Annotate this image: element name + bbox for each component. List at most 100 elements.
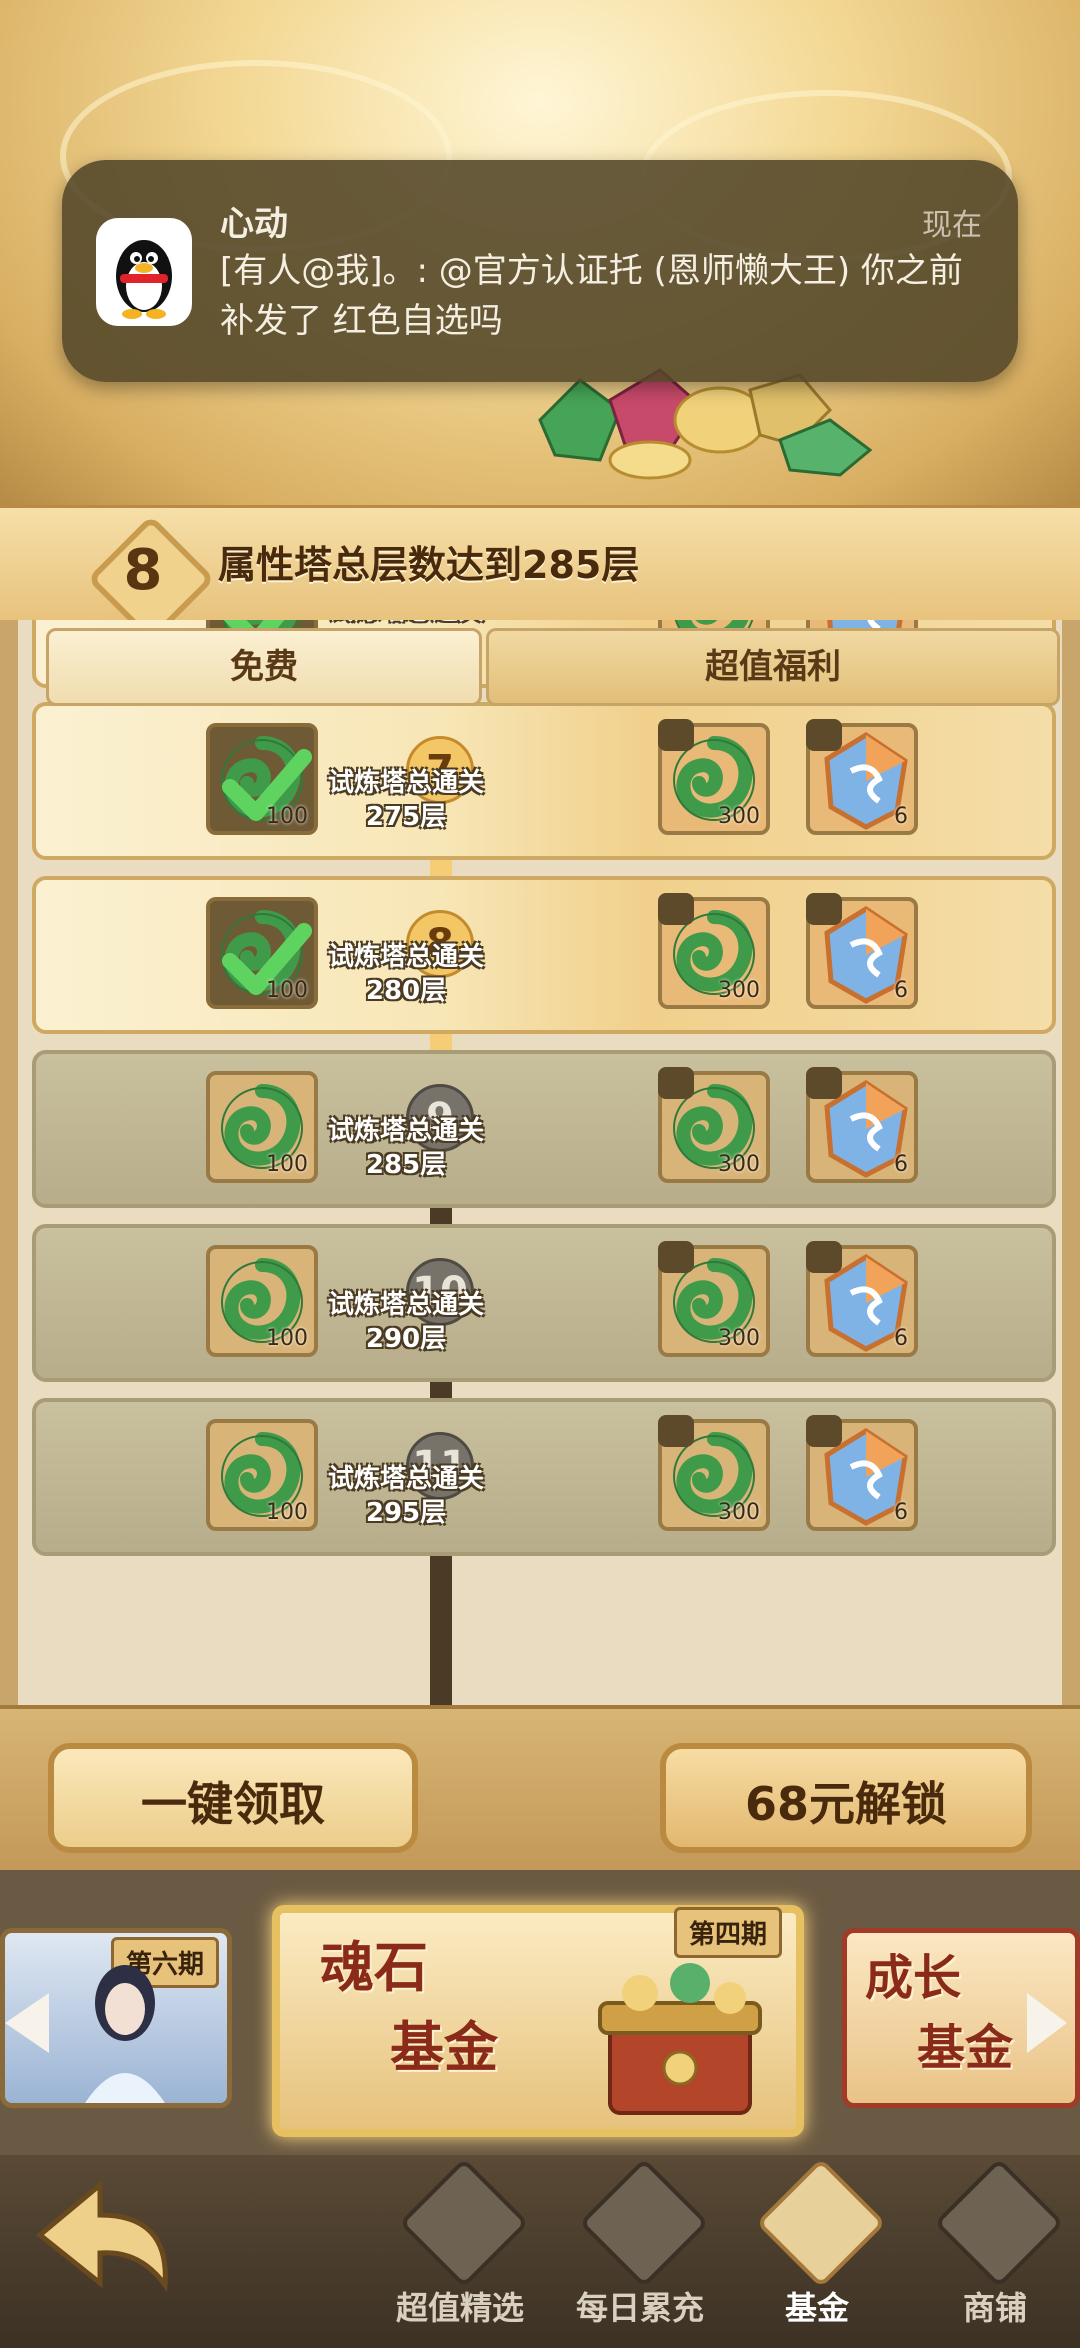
reward-row[interactable]: 100 8 试炼塔总通关 280层 300 6 bbox=[32, 876, 1056, 1034]
condition-line2: 295层 bbox=[365, 1498, 447, 1528]
milestone-number: 8 bbox=[123, 538, 163, 603]
condition-line2: 280层 bbox=[365, 976, 447, 1006]
carousel-prev-icon[interactable] bbox=[5, 1993, 49, 2053]
premium-reward-crystal[interactable]: 6 bbox=[806, 1067, 918, 1183]
reward-slot: 6 bbox=[806, 1241, 918, 1357]
condition-text: 试炼塔总通关 290层 bbox=[256, 1288, 556, 1356]
nav-label: 每日累充 bbox=[575, 2289, 704, 2327]
reward-row[interactable]: 100 7 试炼塔总通关 275层 300 6 bbox=[32, 702, 1056, 860]
premium-reward-jade[interactable]: 300 bbox=[658, 1415, 770, 1531]
bottom-nav: 超值精选 每日累充 基金 商铺 bbox=[0, 2155, 1080, 2348]
treasure-chest-icon bbox=[598, 1963, 762, 2115]
nav-label: 基金 bbox=[784, 2289, 849, 2327]
premium-reward-jade[interactable]: 300 bbox=[658, 1241, 770, 1357]
reward-list-frame: 免费 超值福利 100试炼塔总通关270层30061007试炼塔总通关275层3… bbox=[0, 620, 1080, 1705]
condition-line2: 285层 bbox=[365, 1150, 447, 1180]
lock-icon bbox=[658, 1415, 694, 1447]
condition-line1: 试炼塔总通关 bbox=[327, 1464, 484, 1494]
notification-app-name: 心动 bbox=[220, 204, 288, 244]
reward-quantity: 300 bbox=[718, 804, 760, 829]
reward-quantity: 300 bbox=[718, 1500, 760, 1525]
condition-line1: 试炼塔总通关 bbox=[327, 1290, 484, 1320]
nav-item-value-selection[interactable]: 超值精选 bbox=[385, 2157, 535, 2337]
condition-text: 试炼塔总通关 285层 bbox=[256, 1114, 556, 1182]
reward-tabs: 免费 超值福利 bbox=[46, 628, 1060, 706]
premium-reward-crystal[interactable]: 6 bbox=[806, 1241, 918, 1357]
reward-row[interactable]: 100 10 试炼塔总通关 290层 300 6 bbox=[32, 1224, 1056, 1382]
nav-label: 超值精选 bbox=[395, 2289, 524, 2327]
claim-all-button[interactable]: 一键领取 bbox=[48, 1743, 418, 1853]
fund-card-soul-stone[interactable]: 第四期 魂石 基金 bbox=[272, 1905, 804, 2137]
condition-line1: 试炼塔总通关 bbox=[327, 1116, 484, 1146]
reward-list[interactable]: 免费 超值福利 100试炼塔总通关270层30061007试炼塔总通关275层3… bbox=[18, 620, 1062, 1705]
tab-premium[interactable]: 超值福利 bbox=[486, 628, 1060, 706]
premium-reward-jade[interactable]: 300 bbox=[658, 719, 770, 835]
hero-portrait-icon bbox=[85, 1965, 165, 2103]
reward-slot: 6 bbox=[806, 1415, 918, 1531]
fund-title-line2: 基金 bbox=[390, 2016, 498, 2079]
reward-slot: 6 bbox=[806, 1067, 918, 1183]
condition-text: 试炼塔总通关 280层 bbox=[256, 940, 556, 1008]
reward-slot: 300 bbox=[658, 893, 770, 1009]
lock-icon bbox=[658, 719, 694, 751]
push-notification[interactable]: 心动 现在 [有人@我]。: @官方认证托 (恩师懒大王) 你之前补发了 红色自… bbox=[62, 160, 1018, 382]
reward-quantity: 300 bbox=[718, 1326, 760, 1351]
lock-icon bbox=[806, 1067, 842, 1099]
reward-quantity: 6 bbox=[894, 1326, 908, 1351]
condition-text: 试炼塔总通关 275层 bbox=[256, 766, 556, 834]
carousel-next-icon[interactable] bbox=[1027, 1993, 1067, 2053]
shop-icon bbox=[933, 2157, 1065, 2289]
nav-item-fund[interactable]: 基金 bbox=[742, 2157, 892, 2337]
nav-label: 商铺 bbox=[962, 2289, 1027, 2327]
milestone-text: 属性塔总层数达到285层 bbox=[218, 543, 640, 587]
fund-title-line2: 基金 bbox=[917, 2020, 1014, 2076]
reward-quantity: 300 bbox=[718, 978, 760, 1003]
reward-quantity: 6 bbox=[894, 1152, 908, 1177]
condition-line2: 275层 bbox=[365, 802, 447, 832]
fund-card-growth[interactable]: 成长 基金 bbox=[842, 1928, 1080, 2108]
reward-slot: 300 bbox=[658, 1241, 770, 1357]
money-bag-icon bbox=[398, 2157, 530, 2289]
condition-text: 试炼塔总通关 295层 bbox=[256, 1462, 556, 1530]
condition-line1: 试炼塔总通关 bbox=[256, 620, 556, 628]
condition-line1: 试炼塔总通关 bbox=[327, 768, 484, 798]
qq-penguin-icon bbox=[96, 218, 192, 326]
fund-card-left[interactable]: 第六期 bbox=[0, 1928, 232, 2108]
notification-time: 现在 bbox=[922, 208, 982, 243]
fund-period-tag: 第四期 bbox=[673, 1907, 782, 1958]
reward-quantity: 6 bbox=[894, 1500, 908, 1525]
premium-reward-crystal[interactable]: 6 bbox=[806, 893, 918, 1009]
back-arrow-icon[interactable] bbox=[30, 2175, 180, 2295]
milestone-banner: 8 属性塔总层数达到285层 bbox=[0, 505, 1080, 644]
lock-icon bbox=[806, 1241, 842, 1273]
nav-item-daily-recharge[interactable]: 每日累充 bbox=[565, 2157, 715, 2337]
reward-row[interactable]: 100 11 试炼塔总通关 295层 300 6 bbox=[32, 1398, 1056, 1556]
tab-free[interactable]: 免费 bbox=[46, 628, 482, 706]
premium-reward-jade[interactable]: 300 bbox=[658, 1067, 770, 1183]
fund-title-line1: 魂石 bbox=[320, 1936, 428, 1999]
premium-reward-crystal[interactable]: 6 bbox=[806, 1415, 918, 1531]
lock-icon bbox=[658, 1241, 694, 1273]
treasure-pot-icon bbox=[755, 2157, 887, 2289]
lock-icon bbox=[658, 893, 694, 925]
reward-quantity: 6 bbox=[894, 978, 908, 1003]
fund-title-line1: 成长 bbox=[865, 1950, 962, 2006]
reward-quantity: 300 bbox=[718, 1152, 760, 1177]
lock-icon bbox=[806, 719, 842, 751]
reward-slot: 300 bbox=[658, 1415, 770, 1531]
condition-line2: 290层 bbox=[365, 1324, 447, 1354]
reward-slot: 300 bbox=[658, 719, 770, 835]
fund-carousel[interactable]: 第六期 第四期 魂石 基金 成长 基金 bbox=[0, 1870, 1080, 2155]
lock-icon bbox=[806, 1415, 842, 1447]
unlock-button[interactable]: 68元解锁 bbox=[660, 1743, 1032, 1853]
reward-slot: 300 bbox=[658, 1067, 770, 1183]
reward-slot: 6 bbox=[806, 719, 918, 835]
premium-reward-jade[interactable]: 300 bbox=[658, 893, 770, 1009]
nav-item-shop[interactable]: 商铺 bbox=[920, 2157, 1070, 2337]
reward-quantity: 6 bbox=[894, 804, 908, 829]
chest-icon bbox=[578, 2157, 710, 2289]
reward-row[interactable]: 100 9 试炼塔总通关 285层 300 6 bbox=[32, 1050, 1056, 1208]
premium-reward-crystal[interactable]: 6 bbox=[806, 719, 918, 835]
condition-line1: 试炼塔总通关 bbox=[327, 942, 484, 972]
notification-message: [有人@我]。: @官方认证托 (恩师懒大王) 你之前补发了 红色自选吗 bbox=[220, 251, 963, 341]
